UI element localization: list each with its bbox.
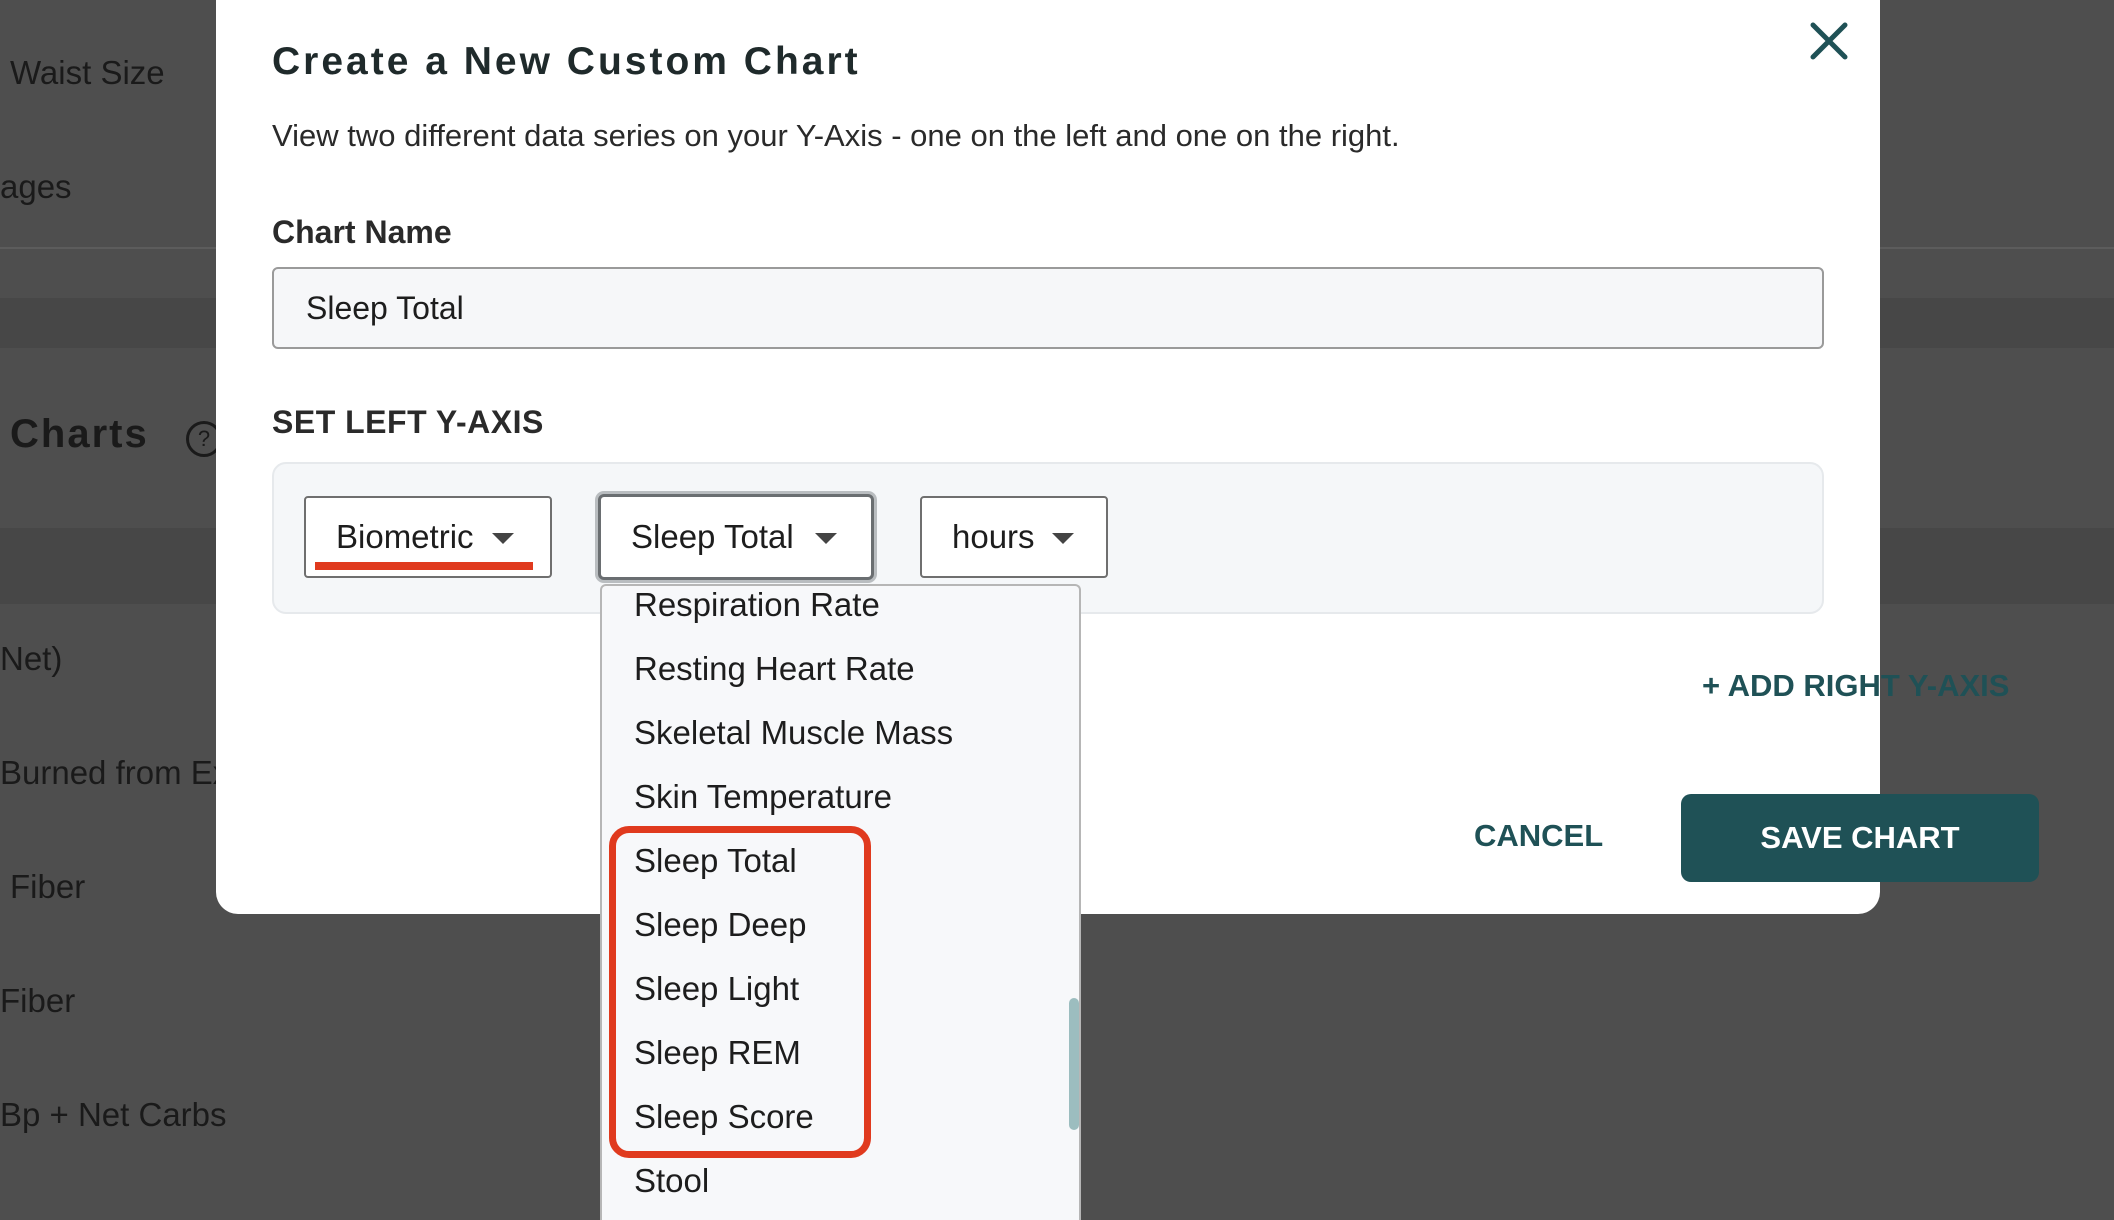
caret-down-icon xyxy=(815,533,837,544)
dropdown-option-sleep-total[interactable]: Sleep Total xyxy=(634,842,797,880)
background-item-ages: ages xyxy=(0,168,72,205)
background-charts-heading: Charts xyxy=(10,412,149,456)
chart-name-label: Chart Name xyxy=(272,214,452,250)
unit-select-value: hours xyxy=(952,518,1035,555)
dropdown-option-skeletal-muscle-mass[interactable]: Skeletal Muscle Mass xyxy=(634,714,953,752)
add-right-y-axis-button[interactable]: + ADD RIGHT Y-AXIS xyxy=(1702,668,2009,704)
chart-name-input[interactable] xyxy=(272,267,1824,349)
background-item-fiber-2: Fiber xyxy=(0,982,76,1019)
close-icon xyxy=(1810,22,1848,60)
caret-down-icon xyxy=(1052,533,1074,544)
background-item-net-carbs: Bp + Net Carbs xyxy=(0,1096,227,1133)
cancel-button[interactable]: CANCEL xyxy=(1474,818,1603,854)
annotation-underline xyxy=(315,562,533,570)
background-item-waist-size: Waist Size xyxy=(10,54,165,91)
unit-select[interactable]: hours xyxy=(920,496,1108,578)
background-item-net: Net) xyxy=(0,640,63,677)
dropdown-option-sleep-light[interactable]: Sleep Light xyxy=(634,970,799,1008)
dropdown-scrollbar[interactable] xyxy=(1069,998,1079,1130)
save-chart-button[interactable]: SAVE CHART xyxy=(1681,794,2039,882)
dropdown-option-skin-temperature[interactable]: Skin Temperature xyxy=(634,778,892,816)
background-item-burned: Burned from Ex xyxy=(0,754,216,791)
left-y-axis-label: SET LEFT Y-AXIS xyxy=(272,404,544,440)
close-button[interactable] xyxy=(1804,16,1854,66)
modal-title: Create a New Custom Chart xyxy=(272,40,861,83)
dropdown-option-respiration-rate[interactable]: Respiration Rate xyxy=(634,586,880,624)
dropdown-option-resting-heart-rate[interactable]: Resting Heart Rate xyxy=(634,650,915,688)
dropdown-option-sleep-deep[interactable]: Sleep Deep xyxy=(634,906,806,944)
metric-dropdown-list[interactable]: Respiration Rate Resting Heart Rate Skel… xyxy=(600,584,1081,1220)
metric-select[interactable]: Sleep Total xyxy=(598,494,874,580)
dropdown-option-sleep-score[interactable]: Sleep Score xyxy=(634,1098,814,1136)
caret-down-icon xyxy=(492,533,514,544)
background-item-fiber: Fiber xyxy=(10,868,86,905)
dropdown-option-sleep-rem[interactable]: Sleep REM xyxy=(634,1034,801,1072)
metric-select-value: Sleep Total xyxy=(631,518,794,555)
dropdown-option-stool[interactable]: Stool xyxy=(634,1162,709,1200)
modal-description: View two different data series on your Y… xyxy=(272,118,1400,153)
